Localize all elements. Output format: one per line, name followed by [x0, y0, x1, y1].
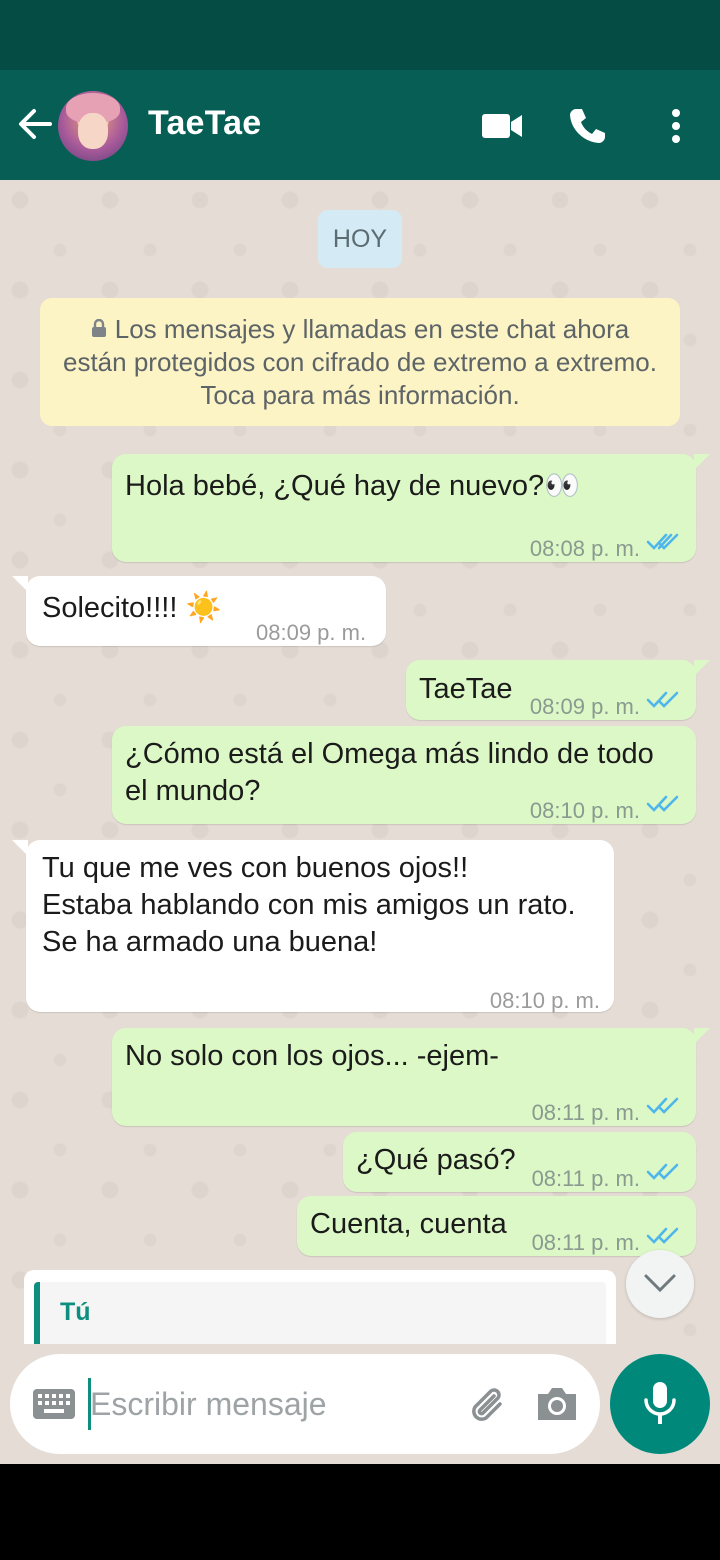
- back-arrow-icon[interactable]: [14, 104, 54, 144]
- message-outgoing[interactable]: TaeTae 08:09 p. m.: [406, 660, 710, 720]
- message-time: 08:11 p. m.: [531, 1100, 640, 1125]
- encryption-notice-text: Los mensajes y llamadas en este chat aho…: [63, 314, 657, 410]
- composer: [0, 1344, 720, 1464]
- message-time: 08:09 p. m.: [529, 694, 640, 719]
- message-text: Solecito!!!! ☀️: [42, 592, 222, 624]
- message-time: 08:11 p. m.: [531, 1230, 640, 1255]
- message-time: 08:11 p. m.: [531, 1166, 640, 1191]
- reply-message-card[interactable]: Tú: [24, 1270, 616, 1344]
- message-text: ¿Qué pasó?: [356, 1144, 516, 1176]
- message-incoming[interactable]: Tu que me ves con buenos ojos!! Estaba h…: [12, 840, 614, 1013]
- message-time: 08:09 p. m.: [256, 620, 367, 645]
- chat-header: TaeTae: [0, 70, 720, 180]
- message-outgoing[interactable]: ¿Qué pasó? 08:11 p. m.: [343, 1132, 696, 1192]
- camera-icon[interactable]: [534, 1384, 580, 1424]
- message-outgoing[interactable]: Hola bebé, ¿Qué hay de nuevo?👀 08:08 p. …: [112, 454, 710, 562]
- mic-icon: [644, 1382, 676, 1424]
- message-time: 08:10 p. m.: [489, 988, 600, 1013]
- message-outgoing[interactable]: ¿Cómo está el Omega más lindo de todo el…: [112, 726, 696, 824]
- more-options-icon[interactable]: [656, 106, 696, 146]
- read-ticks-icon: [646, 1097, 679, 1114]
- chevron-down-icon: [644, 1274, 676, 1293]
- read-ticks-icon: [646, 1227, 679, 1244]
- phone-call-icon[interactable]: [566, 106, 610, 146]
- message-outgoing[interactable]: No solo con los ojos... -ejem- 08:11 p. …: [112, 1028, 710, 1126]
- attach-icon[interactable]: [466, 1382, 512, 1428]
- date-chip: HOY: [318, 210, 402, 268]
- read-ticks-icon: [646, 533, 679, 550]
- read-ticks-icon: [646, 1163, 679, 1180]
- message-outgoing[interactable]: Cuenta, cuenta 08:11 p. m.: [297, 1196, 696, 1256]
- message-text: Tu que me ves con buenos ojos!! Estaba h…: [42, 852, 576, 958]
- message-text: Hola bebé, ¿Qué hay de nuevo?👀: [125, 470, 581, 502]
- message-time: 08:10 p. m.: [529, 798, 640, 823]
- message-input[interactable]: [90, 1382, 460, 1426]
- avatar[interactable]: [58, 91, 128, 161]
- read-ticks-icon: [646, 795, 679, 812]
- message-text: Cuenta, cuenta: [310, 1208, 507, 1240]
- quoted-author: Tú: [60, 1298, 91, 1326]
- scroll-to-bottom-button[interactable]: [626, 1250, 694, 1318]
- encryption-notice[interactable]: Los mensajes y llamadas en este chat aho…: [40, 298, 680, 426]
- lock-icon: [91, 319, 106, 337]
- contact-name[interactable]: TaeTae: [148, 104, 261, 143]
- read-ticks-icon: [646, 691, 679, 708]
- message-time: 08:08 p. m.: [529, 536, 640, 561]
- message-incoming[interactable]: Solecito!!!! ☀️ 08:09 p. m.: [12, 576, 386, 646]
- quoted-message[interactable]: Tú: [34, 1282, 606, 1344]
- system-navigation-bar: [0, 1464, 720, 1560]
- chat-area[interactable]: HOY Los mensajes y llamadas en este chat…: [0, 180, 720, 1344]
- message-text: No solo con los ojos... -ejem-: [125, 1040, 499, 1072]
- video-call-icon[interactable]: [480, 106, 524, 146]
- keyboard-icon[interactable]: [32, 1388, 76, 1420]
- voice-message-button[interactable]: [610, 1354, 710, 1454]
- message-text: TaeTae: [419, 673, 513, 705]
- status-bar: [0, 0, 720, 70]
- message-input-container[interactable]: [10, 1354, 600, 1454]
